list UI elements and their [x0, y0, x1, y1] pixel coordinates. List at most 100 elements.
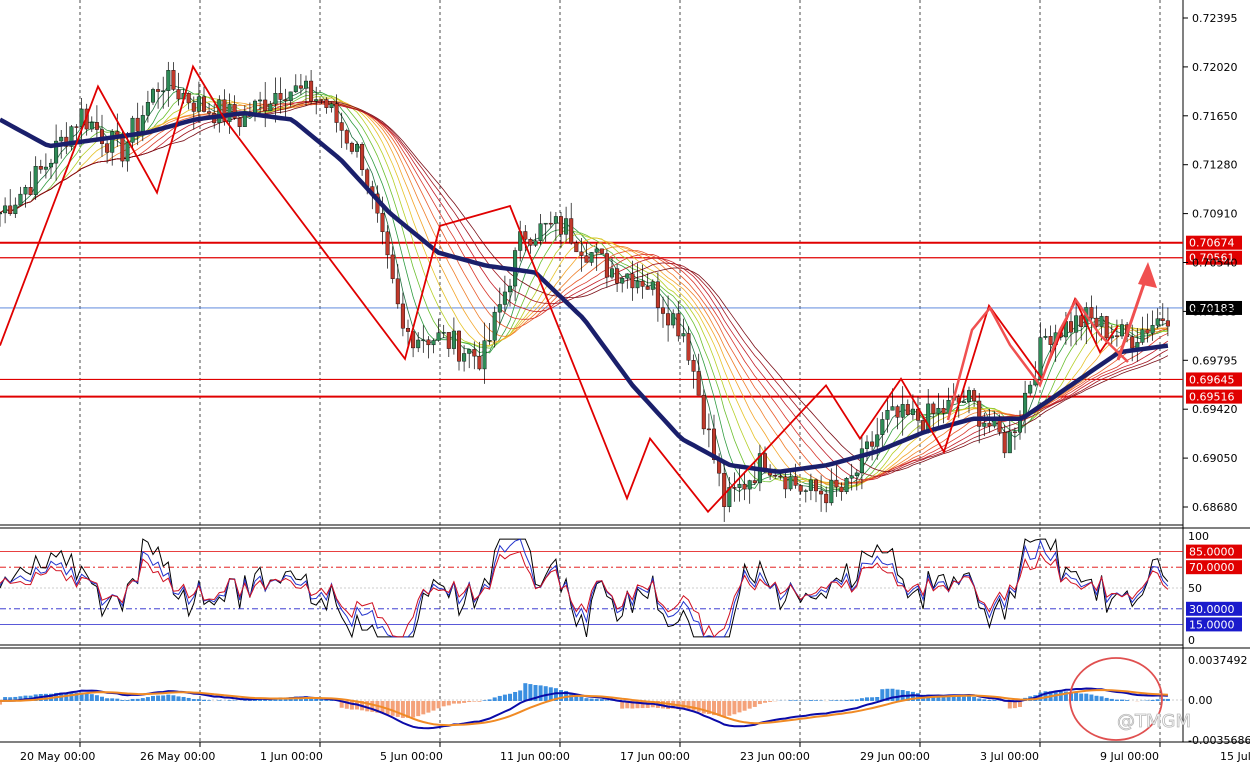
- candle-body: [1160, 318, 1165, 321]
- candle-body: [120, 135, 125, 162]
- candle-body: [630, 273, 635, 289]
- macd-histogram-bar: [156, 695, 161, 701]
- candle-body: [324, 99, 329, 108]
- candle-body: [110, 131, 115, 153]
- candle-body: [1002, 432, 1007, 454]
- candle-body: [987, 422, 992, 427]
- candle-body: [834, 479, 839, 488]
- candle-body: [773, 475, 778, 477]
- candle-body: [921, 420, 926, 432]
- candle-body: [910, 408, 915, 415]
- candle-body: [390, 254, 395, 279]
- macd-histogram-bar: [232, 700, 237, 701]
- candle-body: [865, 441, 870, 449]
- candle-body: [615, 268, 620, 284]
- candle-body: [457, 330, 462, 362]
- candle-body: [543, 222, 548, 225]
- macd-histogram-bar: [202, 699, 206, 701]
- time-tick-label: 29 Jun 00:00: [860, 750, 930, 763]
- macd-histogram-bar: [416, 700, 421, 717]
- macd-histogram-bar: [859, 698, 864, 701]
- time-tick-label: 1 Jun 00:00: [260, 750, 323, 763]
- candle-body: [523, 231, 528, 240]
- candle-body: [936, 408, 941, 414]
- candle-body: [538, 223, 543, 241]
- candle-body: [273, 93, 278, 105]
- macd-tick-label: 0.00: [1188, 694, 1213, 707]
- candle-body: [298, 85, 303, 89]
- candle-body: [431, 340, 436, 346]
- candle-body: [814, 479, 819, 492]
- macd-tick-label: 0.0037492: [1188, 654, 1248, 667]
- candle-body: [360, 144, 365, 170]
- candle-body: [661, 307, 666, 314]
- price-tick-label: 0.70910: [1192, 208, 1238, 221]
- candle-body: [977, 400, 982, 427]
- macd-histogram-bar: [594, 698, 599, 701]
- candle-body: [553, 216, 558, 224]
- candle-body: [467, 349, 472, 354]
- candle-body: [497, 304, 502, 313]
- macd-histogram-bar: [207, 700, 212, 701]
- macd-histogram-bar: [166, 694, 171, 701]
- candle-body: [574, 242, 579, 253]
- macd-histogram-bar: [686, 700, 691, 710]
- candle-body: [569, 218, 574, 244]
- macd-histogram-bar: [120, 700, 125, 701]
- candle-body: [258, 99, 263, 102]
- candle-body: [1074, 315, 1079, 333]
- candle-body: [472, 349, 477, 357]
- macd-histogram-bar: [701, 700, 706, 714]
- macd-histogram-bar: [1114, 699, 1119, 701]
- candle-body: [278, 93, 283, 100]
- candle-body: [288, 91, 293, 102]
- candle-body: [94, 122, 99, 130]
- candle-body: [283, 99, 288, 102]
- candle-body: [819, 490, 824, 495]
- price-tick-label: 0.69050: [1192, 452, 1238, 465]
- candle-body: [890, 406, 895, 411]
- macd-histogram-bar: [1074, 692, 1079, 701]
- macd-histogram-bar: [854, 699, 859, 701]
- candle-body: [1114, 335, 1119, 337]
- macd-histogram-bar: [518, 690, 523, 701]
- macd-histogram-bar: [1094, 695, 1099, 701]
- rsi-level-label: 30.0000: [1189, 603, 1235, 616]
- macd-histogram-bar: [768, 700, 773, 702]
- macd-histogram-bar: [492, 697, 497, 701]
- candle-body: [263, 99, 268, 112]
- macd-histogram-bar: [411, 700, 416, 718]
- macd-histogram-bar: [1145, 700, 1150, 701]
- macd-histogram-bar: [757, 700, 762, 705]
- candle-body: [508, 285, 513, 293]
- candle-body: [355, 144, 360, 152]
- time-tick-label: 15 Jul 00:00: [1220, 750, 1250, 763]
- macd-histogram-bar: [982, 699, 987, 701]
- candle-body: [1012, 431, 1017, 433]
- macd-histogram-bar: [961, 696, 966, 701]
- candle-body: [400, 303, 405, 329]
- candle-body: [584, 255, 589, 263]
- candle-body: [849, 475, 854, 479]
- candle-body: [691, 360, 696, 372]
- macd-histogram-bar: [788, 700, 793, 701]
- macd-histogram-bar: [130, 698, 135, 701]
- candle-body: [196, 96, 201, 112]
- macd-histogram-bar: [421, 700, 426, 715]
- forex-chart[interactable]: 0.706740.705610.701830.696450.69516 85.0…: [0, 0, 1250, 766]
- candle-body: [23, 187, 28, 195]
- candle-body: [416, 339, 421, 349]
- macd-histogram-bar: [196, 699, 201, 701]
- macd-histogram-bar: [763, 700, 767, 703]
- macd-histogram-bar: [1089, 694, 1094, 701]
- macd-histogram-bar: [543, 686, 548, 701]
- candle-body: [309, 80, 314, 102]
- macd-histogram-bar: [482, 700, 487, 701]
- candle-body: [742, 483, 747, 490]
- candle-body: [589, 252, 594, 263]
- candle-body: [972, 390, 977, 402]
- macd-histogram-bar: [69, 692, 74, 701]
- candle-body: [982, 422, 987, 427]
- candle-body: [293, 85, 298, 93]
- price-tick-label: 0.72395: [1192, 12, 1238, 25]
